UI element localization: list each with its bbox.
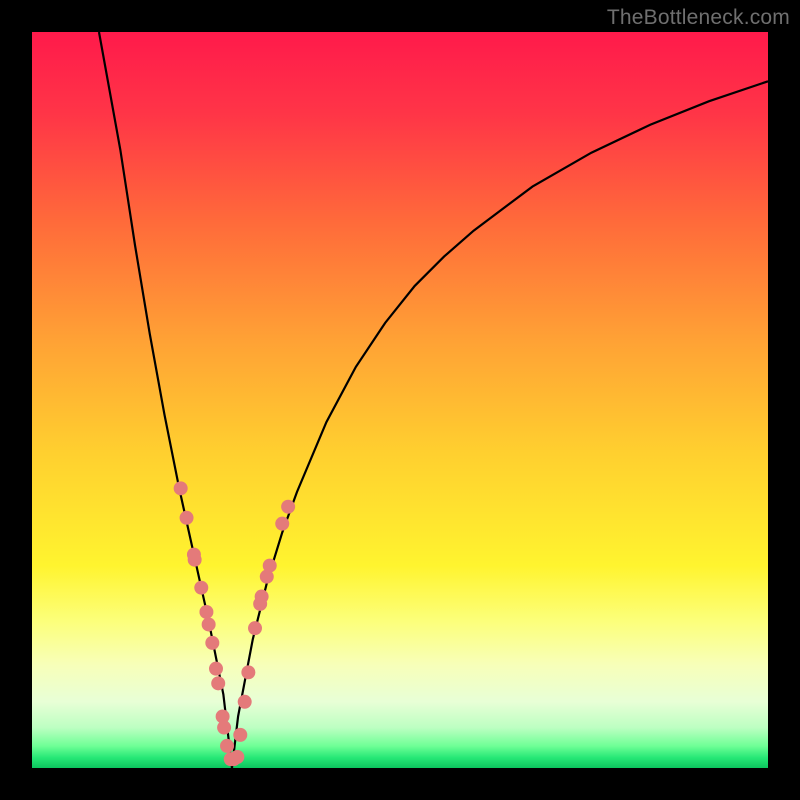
- data-point: [188, 553, 202, 567]
- data-point: [263, 559, 277, 573]
- data-point: [211, 676, 225, 690]
- chart-svg: [32, 32, 768, 768]
- data-point: [202, 617, 216, 631]
- outer-frame: TheBottleneck.com: [0, 0, 800, 800]
- data-point: [238, 695, 252, 709]
- data-point: [209, 662, 223, 676]
- data-point: [248, 621, 262, 635]
- chart-background: [32, 32, 768, 768]
- plot-area: [32, 32, 768, 768]
- data-point: [241, 665, 255, 679]
- data-point: [230, 750, 244, 764]
- data-point: [281, 500, 295, 514]
- watermark-text: TheBottleneck.com: [607, 6, 790, 30]
- data-point: [233, 728, 247, 742]
- data-point: [217, 721, 231, 735]
- data-point: [205, 636, 219, 650]
- data-point: [255, 590, 269, 604]
- data-point: [199, 605, 213, 619]
- data-point: [174, 481, 188, 495]
- data-point: [180, 511, 194, 525]
- data-point: [194, 581, 208, 595]
- data-point: [220, 739, 234, 753]
- data-point: [275, 517, 289, 531]
